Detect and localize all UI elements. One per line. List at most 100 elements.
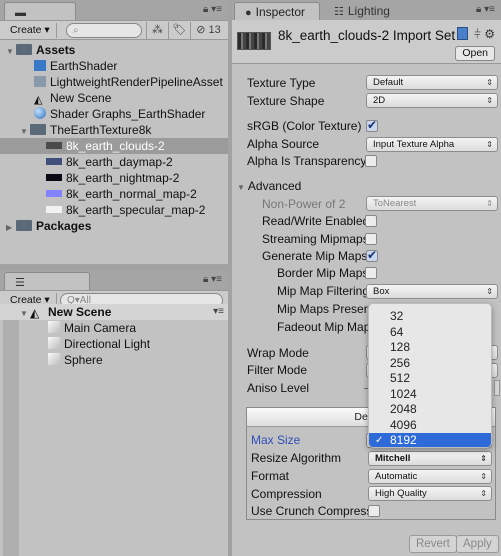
collapse-arrow-icon[interactable]: ▶: [6, 220, 16, 236]
option-label: 4096: [390, 417, 417, 432]
read-write-label: Read/Write Enabled: [262, 214, 370, 228]
texture-thumbnail-icon: [46, 190, 62, 197]
tree-item[interactable]: 8k_earth_normal_map-2: [0, 186, 228, 202]
hierarchy-item[interactable]: Sphere: [0, 352, 228, 368]
tree-item-label: 8k_earth_daymap-2: [66, 155, 173, 169]
apply-button[interactable]: Apply: [456, 535, 499, 553]
folder-icon: [16, 220, 32, 231]
texture-shape-dropdown[interactable]: 2D: [366, 93, 498, 108]
panel-menu[interactable]: 🔒︎ ▾≡: [476, 4, 495, 15]
filter-by-type-icon[interactable]: ⁂: [146, 22, 168, 39]
tree-item[interactable]: 8k_earth_nightmap-2: [0, 170, 228, 186]
scene-row[interactable]: ▼ ◭ New Scene ▾≡: [0, 304, 228, 320]
popup-option[interactable]: 64: [369, 325, 491, 341]
tree-item[interactable]: Shader Graphs_EarthShader: [0, 106, 228, 122]
menu-icon[interactable]: ▾≡: [211, 4, 222, 15]
texture-thumbnail-icon: [46, 174, 62, 181]
scene-menu-icon[interactable]: ▾≡: [213, 304, 224, 320]
alpha-transparency-checkbox[interactable]: [365, 155, 377, 167]
popup-option[interactable]: 1024: [369, 387, 491, 403]
open-button[interactable]: Open: [455, 46, 495, 61]
popup-option[interactable]: 32: [369, 309, 491, 325]
option-label: 2048: [390, 402, 417, 416]
tree-item-packages[interactable]: ▶ Packages: [0, 218, 228, 234]
panel-splitter[interactable]: [0, 264, 228, 270]
hierarchy-item-label: Main Camera: [64, 321, 137, 335]
popup-option-selected[interactable]: ✓ 8192: [369, 433, 491, 447]
lock-icon[interactable]: 🔒︎: [203, 274, 208, 285]
texture-thumbnail-icon: [46, 206, 62, 213]
streaming-mipmaps-checkbox[interactable]: [365, 233, 377, 245]
generate-mipmaps-checkbox[interactable]: [366, 248, 378, 262]
advanced-foldout[interactable]: ▼ Advanced: [237, 178, 301, 194]
unity-scene-icon: ◭: [30, 306, 40, 320]
tree-item-selected[interactable]: 8k_earth_clouds-2: [0, 138, 228, 154]
border-mipmaps-checkbox[interactable]: [365, 267, 377, 279]
project-search-input[interactable]: ⌕: [66, 23, 142, 38]
panel-menu[interactable]: 🔒︎ ▾≡: [203, 274, 222, 285]
tab-inspector[interactable]: ● Inspector: [234, 2, 320, 20]
hierarchy-item[interactable]: Main Camera: [0, 320, 228, 336]
filter-by-label-icon[interactable]: 🏷︎: [168, 22, 190, 39]
lock-icon[interactable]: 🔒︎: [203, 4, 208, 15]
read-write-checkbox[interactable]: [365, 215, 377, 227]
texture-thumbnail: [237, 32, 271, 50]
header-icons: ⫩ ⚙: [457, 27, 495, 42]
srgb-label: sRGB (Color Texture): [247, 119, 362, 133]
tree-item-label: Packages: [36, 219, 92, 233]
hierarchy-item[interactable]: Directional Light: [0, 336, 228, 352]
tree-item-label: 8k_earth_normal_map-2: [66, 187, 197, 201]
tree-item[interactable]: LightweightRenderPipelineAsset: [0, 74, 228, 90]
revert-button[interactable]: Revert: [409, 535, 457, 553]
popup-option[interactable]: 2048: [369, 402, 491, 418]
gameobject-cube-icon: [48, 321, 60, 333]
tree-item-label: Shader Graphs_EarthShader: [50, 107, 206, 121]
scene-label: New Scene: [48, 305, 112, 319]
tree-item-assets[interactable]: ▼ Assets: [0, 42, 228, 58]
mip-filtering-dropdown[interactable]: Box: [366, 284, 498, 299]
option-label: 8192: [390, 433, 417, 447]
tab-hierarchy[interactable]: ☰Hierarchy: [4, 272, 90, 308]
format-dropdown[interactable]: Automatic: [368, 469, 492, 484]
gameobject-cube-icon: [48, 337, 60, 349]
tab-project[interactable]: ▬Project: [4, 2, 76, 38]
popup-option[interactable]: 128: [369, 340, 491, 356]
project-tabbar: ▬Project 🔒︎ ▾≡: [0, 0, 228, 38]
popup-option[interactable]: 4096: [369, 418, 491, 434]
aniso-level-field[interactable]: [494, 380, 500, 396]
resize-algorithm-dropdown[interactable]: Mitchell: [368, 451, 492, 466]
hidden-packages-toggle[interactable]: ⊘ 13: [190, 22, 226, 39]
tree-item[interactable]: ◭ New Scene: [0, 90, 228, 106]
gear-icon[interactable]: ⚙: [484, 27, 495, 41]
fadeout-mipmaps-label: Fadeout Mip Map: [277, 320, 369, 334]
alpha-transparency-label: Alpha Is Transparency: [247, 154, 367, 168]
texture-type-dropdown[interactable]: Default: [366, 75, 498, 90]
crunch-compression-checkbox[interactable]: [368, 505, 380, 517]
presets-icon[interactable]: ⫩: [474, 27, 481, 41]
popup-option[interactable]: 256: [369, 356, 491, 372]
generate-mipmaps-label: Generate Mip Maps: [262, 249, 368, 263]
popup-option[interactable]: 512: [369, 371, 491, 387]
format-label: Format: [251, 469, 290, 483]
menu-icon[interactable]: ▾≡: [484, 4, 495, 15]
panel-menu[interactable]: 🔒︎ ▾≡: [203, 4, 222, 15]
border-mipmaps-label: Border Mip Maps: [277, 266, 369, 280]
tree-item[interactable]: 8k_earth_specular_map-2: [0, 202, 228, 218]
tree-item-folder[interactable]: ▼ TheEarthTexture8k: [0, 122, 228, 138]
panel-splitter[interactable]: [228, 0, 232, 556]
create-button[interactable]: Create ▾: [4, 23, 57, 38]
tree-item[interactable]: EarthShader: [0, 58, 228, 74]
help-book-icon[interactable]: [457, 27, 468, 40]
tree-item-label: EarthShader: [50, 59, 118, 73]
tab-lighting[interactable]: ☷ Lighting: [324, 2, 404, 20]
search-icon: ⌕: [73, 25, 79, 36]
hidden-count: 13: [208, 24, 221, 36]
srgb-checkbox[interactable]: [366, 118, 378, 132]
tree-item[interactable]: 8k_earth_daymap-2: [0, 154, 228, 170]
streaming-mipmaps-label: Streaming Mipmaps: [262, 232, 369, 246]
advanced-label: Advanced: [247, 179, 302, 193]
alpha-source-dropdown[interactable]: Input Texture Alpha: [366, 137, 498, 152]
menu-icon[interactable]: ▾≡: [211, 274, 222, 285]
compression-dropdown[interactable]: High Quality: [368, 486, 492, 501]
lock-icon[interactable]: 🔒︎: [476, 4, 481, 15]
